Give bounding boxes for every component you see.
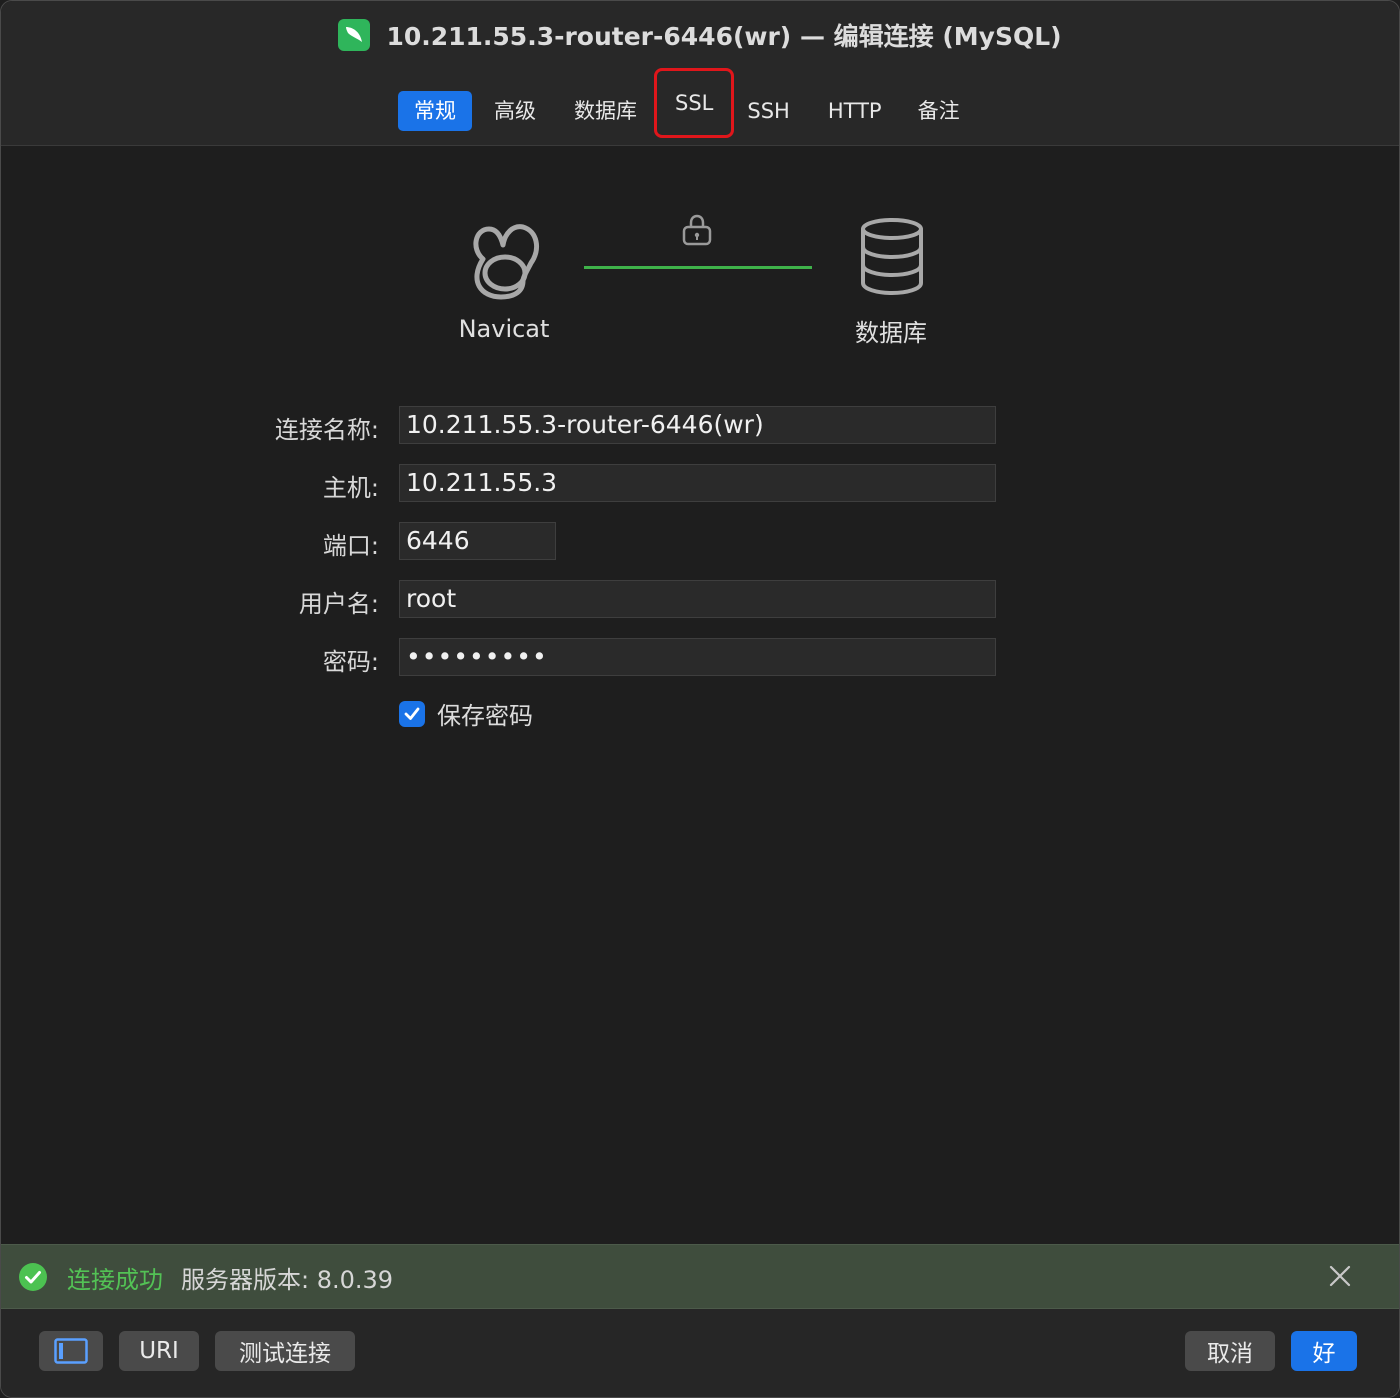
checkmark-icon	[404, 707, 420, 720]
sidebar-toggle-button[interactable]	[39, 1331, 103, 1371]
connection-status-bar: 连接成功 服务器版本: 8.0.39	[1, 1244, 1399, 1309]
connection-name-row: 连接名称: 10.211.55.3-router-6446(wr)	[1, 406, 1399, 444]
sidebar-icon	[54, 1338, 88, 1364]
host-input[interactable]: 10.211.55.3	[399, 464, 996, 502]
tab-database[interactable]: 数据库	[558, 91, 653, 131]
host-row: 主机: 10.211.55.3	[1, 464, 1399, 502]
test-connection-button[interactable]: 测试连接	[215, 1331, 355, 1371]
tab-ssl[interactable]: SSL	[653, 68, 735, 138]
save-password-checkbox[interactable]	[399, 700, 425, 727]
tab-advanced[interactable]: 高级	[478, 91, 552, 131]
footer-bar: URI 测试连接 取消 好	[1, 1309, 1399, 1397]
success-check-icon	[19, 1263, 47, 1295]
tab-general[interactable]: 常规	[398, 91, 472, 131]
tab-http[interactable]: HTTP	[812, 91, 898, 131]
tab-notes[interactable]: 备注	[902, 91, 976, 131]
tab-bar: 常规 高级 数据库 SSL SSH HTTP 备注	[398, 68, 976, 138]
cancel-button[interactable]: 取消	[1185, 1331, 1275, 1371]
port-label: 端口:	[322, 532, 379, 560]
client-label: Navicat	[458, 315, 550, 343]
server-version-text: 服务器版本: 8.0.39	[181, 1266, 394, 1294]
database-icon	[859, 217, 925, 301]
password-label: 密码:	[322, 648, 379, 676]
status-success-text: 连接成功	[67, 1266, 163, 1294]
username-row: 用户名: root	[1, 580, 1399, 618]
host-label: 主机:	[322, 474, 379, 502]
close-icon[interactable]	[1329, 1265, 1351, 1291]
port-input[interactable]: 6446	[399, 522, 556, 560]
lock-icon	[681, 213, 713, 251]
server-label: 数据库	[855, 319, 927, 347]
tab-ssh[interactable]: SSH	[731, 91, 805, 131]
save-password-label: 保存密码	[437, 702, 533, 730]
save-password-row: 保存密码	[399, 696, 533, 731]
navicat-logo-icon	[461, 215, 547, 305]
password-row: 密码: •••••••••	[1, 638, 1399, 676]
connection-name-label: 连接名称:	[274, 416, 379, 444]
ok-button[interactable]: 好	[1291, 1331, 1357, 1371]
navicat-app-icon	[338, 19, 371, 51]
username-label: 用户名:	[298, 590, 379, 618]
connection-diagram: Navicat 数据库	[1, 201, 1399, 361]
edit-connection-window: 10.211.55.3-router-6446(wr) — 编辑连接 (MySQ…	[0, 0, 1400, 1398]
password-input[interactable]: •••••••••	[399, 638, 996, 676]
title-row: 10.211.55.3-router-6446(wr) — 编辑连接 (MySQ…	[1, 17, 1399, 53]
window-title: 10.211.55.3-router-6446(wr) — 编辑连接 (MySQ…	[386, 22, 1062, 51]
uri-button[interactable]: URI	[119, 1331, 199, 1371]
port-row: 端口: 6446	[1, 522, 1399, 560]
title-bar: 10.211.55.3-router-6446(wr) — 编辑连接 (MySQ…	[1, 1, 1399, 146]
connection-name-input[interactable]: 10.211.55.3-router-6446(wr)	[399, 406, 996, 444]
connection-line	[584, 266, 812, 269]
username-input[interactable]: root	[399, 580, 996, 618]
